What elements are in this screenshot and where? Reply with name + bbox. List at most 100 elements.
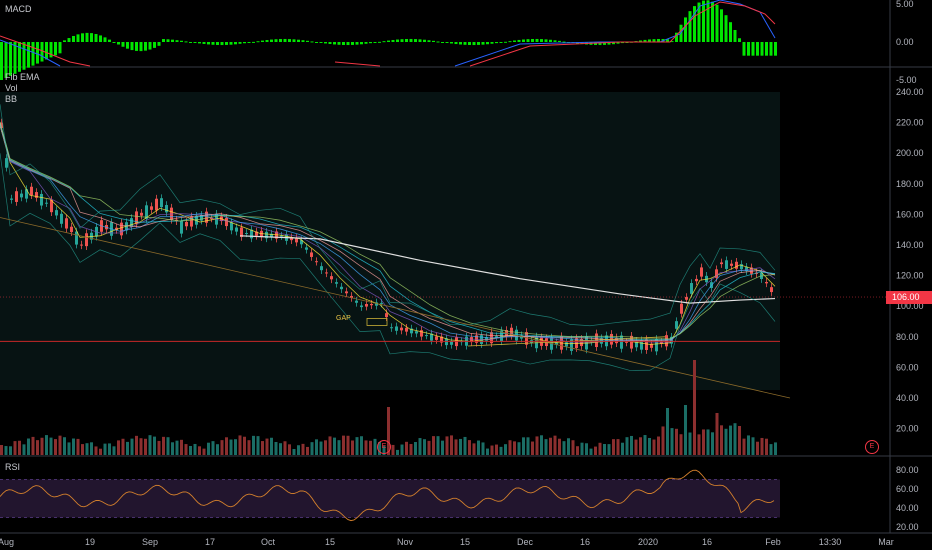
macd-histogram-bar (117, 42, 120, 45)
macd-tick: -5.00 (896, 75, 917, 85)
macd-histogram-bar (297, 39, 300, 42)
macd-histogram-bar (333, 42, 336, 45)
volume-bar (270, 437, 273, 455)
volume-bar (643, 435, 647, 455)
volume-bar (306, 446, 309, 455)
macd-histogram-bar (495, 42, 498, 44)
volume-bar (225, 437, 228, 455)
macd-histogram-bar (531, 38, 534, 42)
volume-bar (720, 425, 723, 455)
macd-histogram-bar (180, 40, 183, 42)
volume-bar (468, 440, 471, 455)
macd-histogram-bar (265, 40, 269, 42)
volume-bar (630, 435, 633, 455)
volume-bar (765, 438, 768, 455)
earnings-marker-feb[interactable]: E (865, 440, 879, 454)
volume-bar (706, 429, 710, 455)
macd-histogram-bar (454, 42, 458, 45)
macd-histogram-bar (544, 39, 548, 42)
chart-canvas[interactable]: 240.00220.00200.00180.00160.00140.00120.… (0, 0, 932, 550)
rsi-band (0, 479, 780, 518)
volume-bar (535, 436, 539, 455)
volume-bar (72, 438, 75, 455)
main-pane-title-vol: Vol (5, 83, 18, 93)
volume-bar (126, 441, 129, 455)
macd-histogram-bar (184, 41, 188, 43)
macd-pane-title: MACD (5, 4, 32, 14)
volume-bar (688, 432, 692, 455)
volume-bar (112, 446, 116, 455)
volume-bar (490, 445, 494, 455)
volume-bar (414, 442, 417, 455)
macd-histogram-bar (103, 37, 107, 42)
macd-histogram-bar (711, 1, 714, 43)
volume-bar (67, 442, 71, 455)
macd-histogram-bar (108, 39, 111, 42)
candle-body (60, 213, 63, 224)
last-price-tag: 106.00 (886, 291, 932, 304)
candle-body (345, 291, 348, 294)
volume-bar (513, 441, 516, 455)
volume-bar (423, 439, 426, 455)
macd-histogram-bar (769, 42, 773, 56)
candle-body (625, 341, 628, 343)
macd-histogram-bar (0, 42, 3, 80)
macd-histogram-bar (418, 39, 422, 42)
candle-body (360, 305, 363, 308)
volume-bar (274, 441, 278, 455)
main-price-tick: 200.00 (896, 148, 924, 158)
macd-histogram-bar (162, 39, 165, 42)
macd-histogram-bar (126, 42, 129, 49)
volume-bar (319, 441, 323, 455)
macd-histogram-bar (373, 42, 377, 43)
candle-body (395, 326, 398, 331)
macd-histogram-bar (486, 42, 489, 45)
volume-bar (621, 442, 624, 455)
volume-bar (243, 436, 246, 455)
macd-histogram-bar (292, 39, 296, 42)
volume-bar (315, 439, 318, 455)
macd-histogram-bar (234, 42, 237, 45)
volume-bar (333, 437, 336, 455)
gap-label: GAP (336, 315, 351, 322)
macd-histogram-bar (535, 38, 539, 42)
x-axis-label: 19 (85, 537, 95, 547)
volume-bar (279, 443, 282, 455)
earnings-marker-nov[interactable]: E (377, 440, 391, 454)
x-axis-label: 15 (325, 537, 335, 547)
volume-bar (589, 448, 593, 455)
macd-histogram-bar (481, 42, 485, 45)
candle-body (180, 221, 183, 234)
macd-histogram-bar (274, 39, 278, 42)
macd-histogram-bar (765, 42, 768, 56)
volume-bar (135, 435, 138, 455)
macd-histogram-bar (45, 42, 48, 60)
volume-bar (522, 437, 525, 455)
main-price-tick: 80.00 (896, 332, 919, 342)
main-price-tick: 160.00 (896, 209, 924, 219)
macd-histogram-bar (684, 17, 687, 42)
volume-bar (756, 441, 759, 455)
volume-bar (99, 448, 102, 455)
macd-histogram-bar (198, 42, 201, 44)
macd-histogram-bar (238, 42, 242, 44)
volume-bar (369, 440, 372, 455)
volume-bar (90, 442, 93, 455)
volume-bar (139, 438, 143, 455)
volume-bar (207, 442, 210, 455)
volume-bar (652, 439, 656, 455)
candle-body (385, 313, 388, 318)
volume-bar (549, 437, 552, 455)
candle-body (305, 247, 308, 250)
volume-bar (612, 439, 615, 455)
volume-bar (121, 438, 125, 455)
macd-histogram-bar (427, 40, 431, 42)
candle-body (315, 261, 318, 263)
volume-bar (697, 434, 701, 455)
candle-body (415, 331, 418, 334)
volume-bar (409, 444, 413, 455)
rsi-pane-title: RSI (5, 462, 21, 472)
x-axis-label: 15 (460, 537, 470, 547)
candle-body (55, 210, 58, 216)
candle-body (400, 327, 403, 331)
